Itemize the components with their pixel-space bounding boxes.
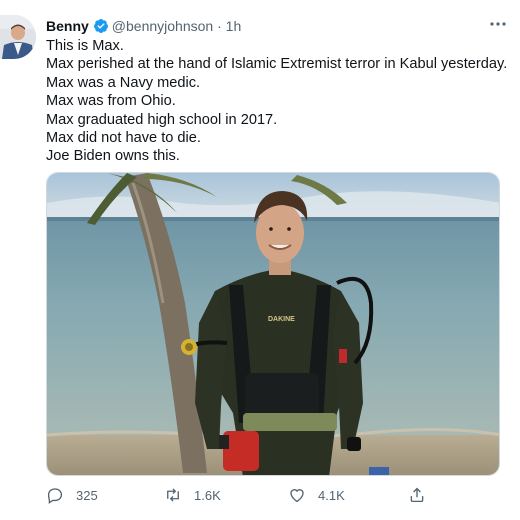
avatar-image bbox=[0, 15, 36, 59]
retweet-count: 1.6K bbox=[194, 488, 221, 503]
tweet-actions: 325 1.6K 4.1K bbox=[46, 484, 500, 506]
reply-icon bbox=[47, 488, 63, 504]
author-name[interactable]: Benny bbox=[46, 18, 89, 34]
share-icon bbox=[410, 487, 424, 503]
tweet-text-line: Max graduated high school in 2017. bbox=[46, 111, 278, 128]
like-button[interactable]: 4.1K bbox=[288, 484, 345, 506]
separator: · bbox=[217, 18, 222, 34]
like-count: 4.1K bbox=[318, 488, 345, 503]
tweet-text-line: Max was from Ohio. bbox=[46, 93, 176, 110]
tweet[interactable]: Benny @bennyjohnson · 1h This is Max. Max… bbox=[0, 0, 520, 520]
photo-scene: DAKINE bbox=[47, 173, 499, 475]
verified-badge-icon bbox=[93, 18, 109, 34]
like-icon bbox=[290, 489, 304, 503]
wetsuit-logo: DAKINE bbox=[268, 316, 295, 323]
tweet-text-line: Joe Biden owns this. bbox=[46, 148, 180, 165]
tweet-text-line: Max was a Navy medic. bbox=[46, 74, 201, 91]
share-button[interactable] bbox=[408, 484, 438, 506]
timestamp[interactable]: 1h bbox=[226, 18, 242, 34]
retweet-button[interactable]: 1.6K bbox=[164, 484, 221, 506]
reply-button[interactable]: 325 bbox=[46, 484, 98, 506]
avatar[interactable] bbox=[0, 15, 36, 59]
tweet-photo[interactable]: DAKINE bbox=[46, 172, 500, 476]
tweet-text-line: This is Max. bbox=[46, 38, 124, 54]
tweet-text-line: Max perished at the hand of Islamic Extr… bbox=[46, 56, 508, 73]
retweet-icon bbox=[167, 488, 179, 502]
reply-count: 325 bbox=[76, 488, 98, 503]
more-options-icon[interactable] bbox=[486, 15, 510, 33]
author-handle[interactable]: @bennyjohnson bbox=[112, 18, 213, 34]
tweet-text: This is Max. Max perished at the hand of… bbox=[46, 37, 508, 166]
tweet-header: Benny @bennyjohnson · 1h bbox=[46, 17, 510, 35]
tweet-text-line: Max did not have to die. bbox=[46, 130, 201, 147]
